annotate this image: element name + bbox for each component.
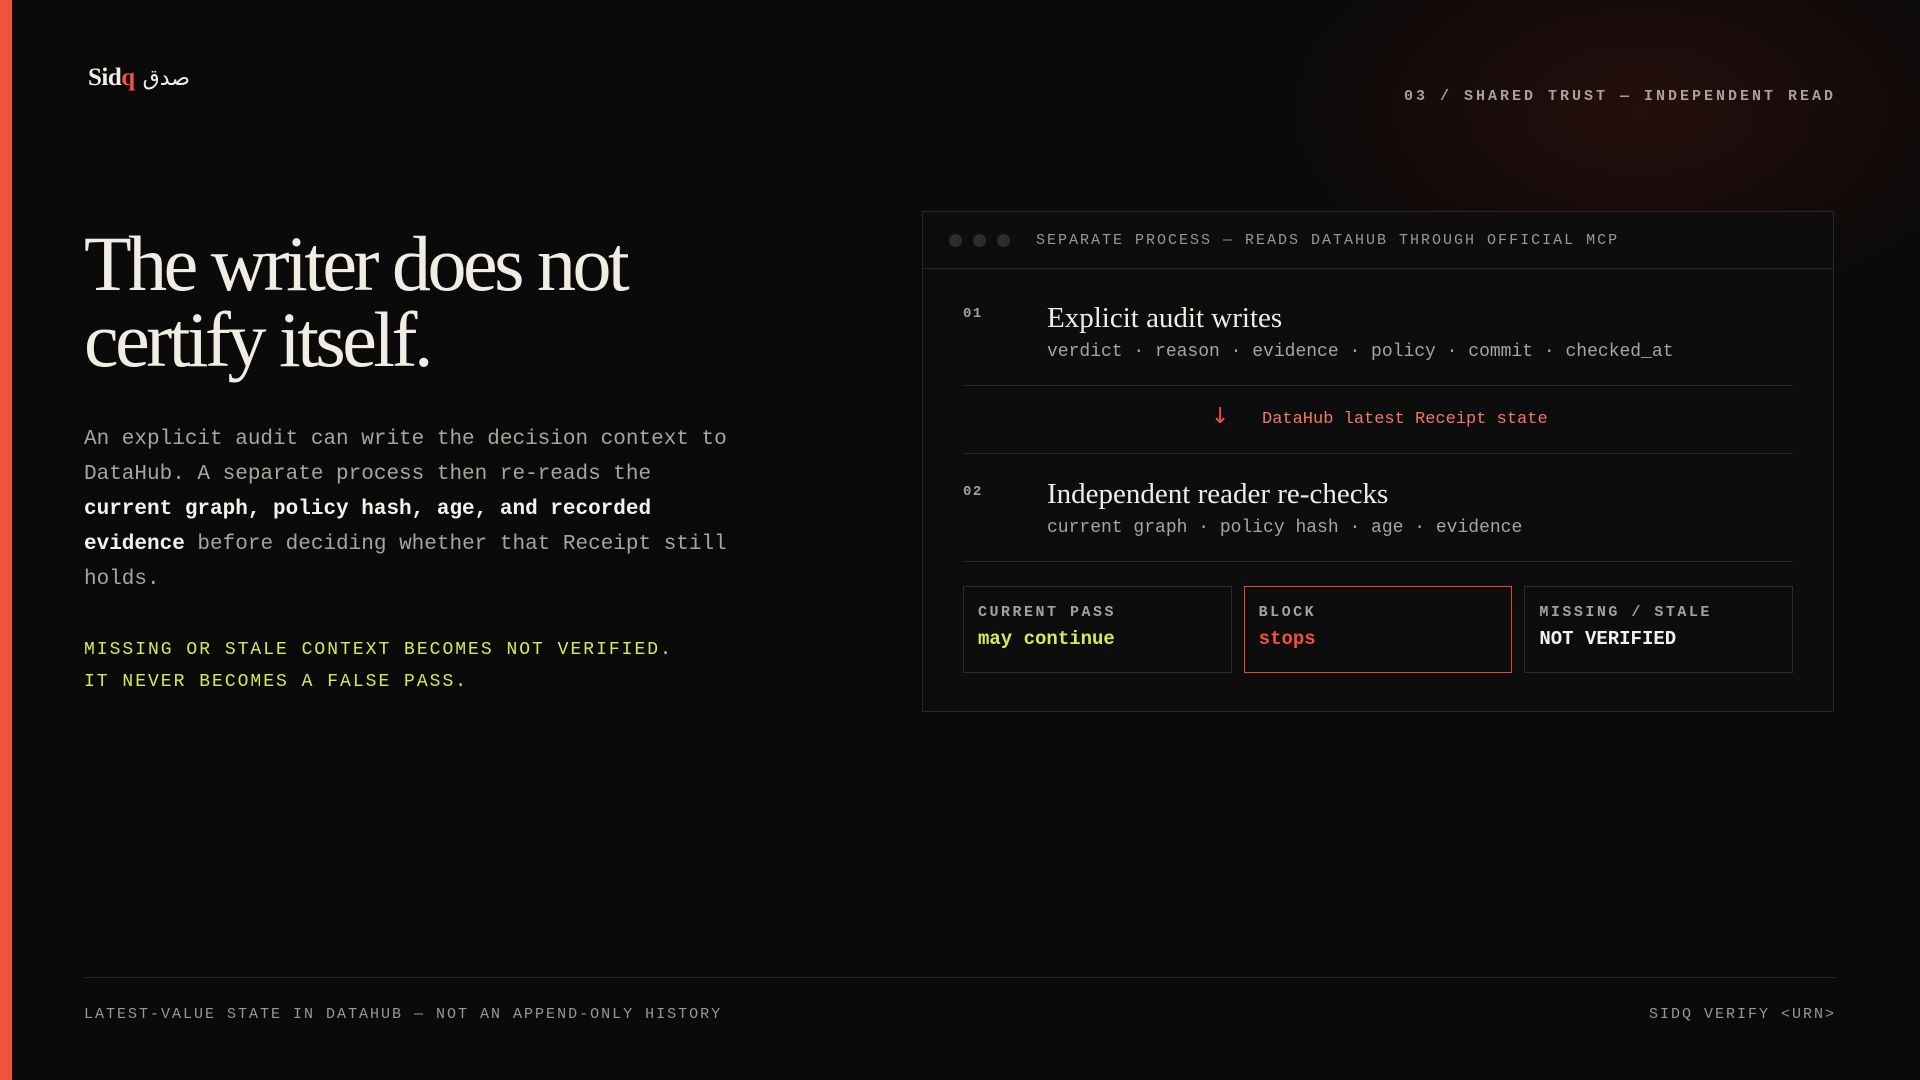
brand-logo: Sidq صدق bbox=[88, 64, 190, 92]
footer-divider bbox=[84, 977, 1836, 978]
window-dot-icon bbox=[973, 233, 986, 247]
result-value: may continue bbox=[978, 628, 1115, 650]
step-title: Explicit audit writes bbox=[1047, 302, 1283, 334]
arrow-down-icon: ↓ bbox=[1211, 404, 1230, 429]
result-card-block: BLOCK stops bbox=[1243, 586, 1513, 673]
result-label: BLOCK bbox=[1258, 604, 1317, 621]
flow-label: DataHub latest Receipt state bbox=[1262, 410, 1548, 429]
headline-line-1: The writer does not bbox=[84, 220, 630, 307]
result-cards: CURRENT PASS may continue BLOCK stops MI… bbox=[963, 586, 1794, 673]
logo-latin: Sidq bbox=[88, 64, 135, 91]
headline-line-2: certify itself. bbox=[84, 296, 434, 383]
panel-header: SEPARATE PROCESS — READS DATAHUB THROUGH… bbox=[923, 212, 1833, 269]
warning-callout: MISSING OR STALE CONTEXT BECOMES NOT VER… bbox=[84, 634, 673, 698]
logo-accent-letter: q bbox=[121, 64, 135, 91]
result-card-missing-stale: MISSING / STALE NOT VERIFIED bbox=[1524, 586, 1794, 673]
panel-title: SEPARATE PROCESS — READS DATAHUB THROUGH… bbox=[1036, 231, 1620, 249]
result-value: stops bbox=[1258, 628, 1316, 650]
body-paragraph: An explicit audit can write the decision… bbox=[84, 422, 744, 597]
flow-connector: ↓ DataHub latest Receipt state bbox=[963, 386, 1793, 454]
panel-body: 01 Explicit audit writes verdict · reaso… bbox=[963, 269, 1794, 673]
result-card-current-pass: CURRENT PASS may continue bbox=[963, 586, 1232, 673]
footer-command: SIDQ VERIFY <URN> bbox=[1648, 1006, 1836, 1023]
step-number: 01 bbox=[963, 306, 983, 322]
step-fields: verdict · reason · evidence · policy · c… bbox=[1047, 342, 1674, 362]
result-label: MISSING / STALE bbox=[1539, 604, 1712, 621]
headline: The writer does not certify itself. bbox=[84, 220, 844, 383]
slide: Sidq صدق 03 / SHARED TRUST — INDEPENDENT… bbox=[0, 0, 1920, 1080]
body-text-part-1: An explicit audit can write the decision… bbox=[84, 428, 727, 486]
section-label: 03 / SHARED TRUST — INDEPENDENT READ bbox=[1403, 88, 1836, 105]
result-value: NOT VERIFIED bbox=[1539, 628, 1677, 650]
step-title: Independent reader re-checks bbox=[1047, 478, 1389, 510]
step-fields: current graph · policy hash · age · evid… bbox=[1047, 518, 1523, 538]
step-number: 02 bbox=[963, 484, 983, 500]
logo-arabic: صدق bbox=[142, 66, 191, 91]
window-dot-icon bbox=[997, 233, 1010, 247]
result-label: CURRENT PASS bbox=[978, 604, 1117, 621]
warning-line-1: MISSING OR STALE CONTEXT BECOMES NOT VER… bbox=[84, 640, 673, 660]
step-independent-reader: 02 Independent reader re-checks current … bbox=[963, 454, 1793, 562]
warning-line-2: IT NEVER BECOMES A FALSE PASS. bbox=[84, 672, 469, 692]
process-panel: SEPARATE PROCESS — READS DATAHUB THROUGH… bbox=[922, 211, 1834, 712]
window-dot-icon bbox=[949, 233, 962, 247]
accent-bar bbox=[0, 0, 12, 1080]
step-explicit-audit: 01 Explicit audit writes verdict · reaso… bbox=[963, 269, 1793, 386]
window-dots bbox=[949, 233, 1010, 247]
footer-note: LATEST-VALUE STATE IN DATAHUB — NOT AN A… bbox=[84, 1006, 723, 1023]
